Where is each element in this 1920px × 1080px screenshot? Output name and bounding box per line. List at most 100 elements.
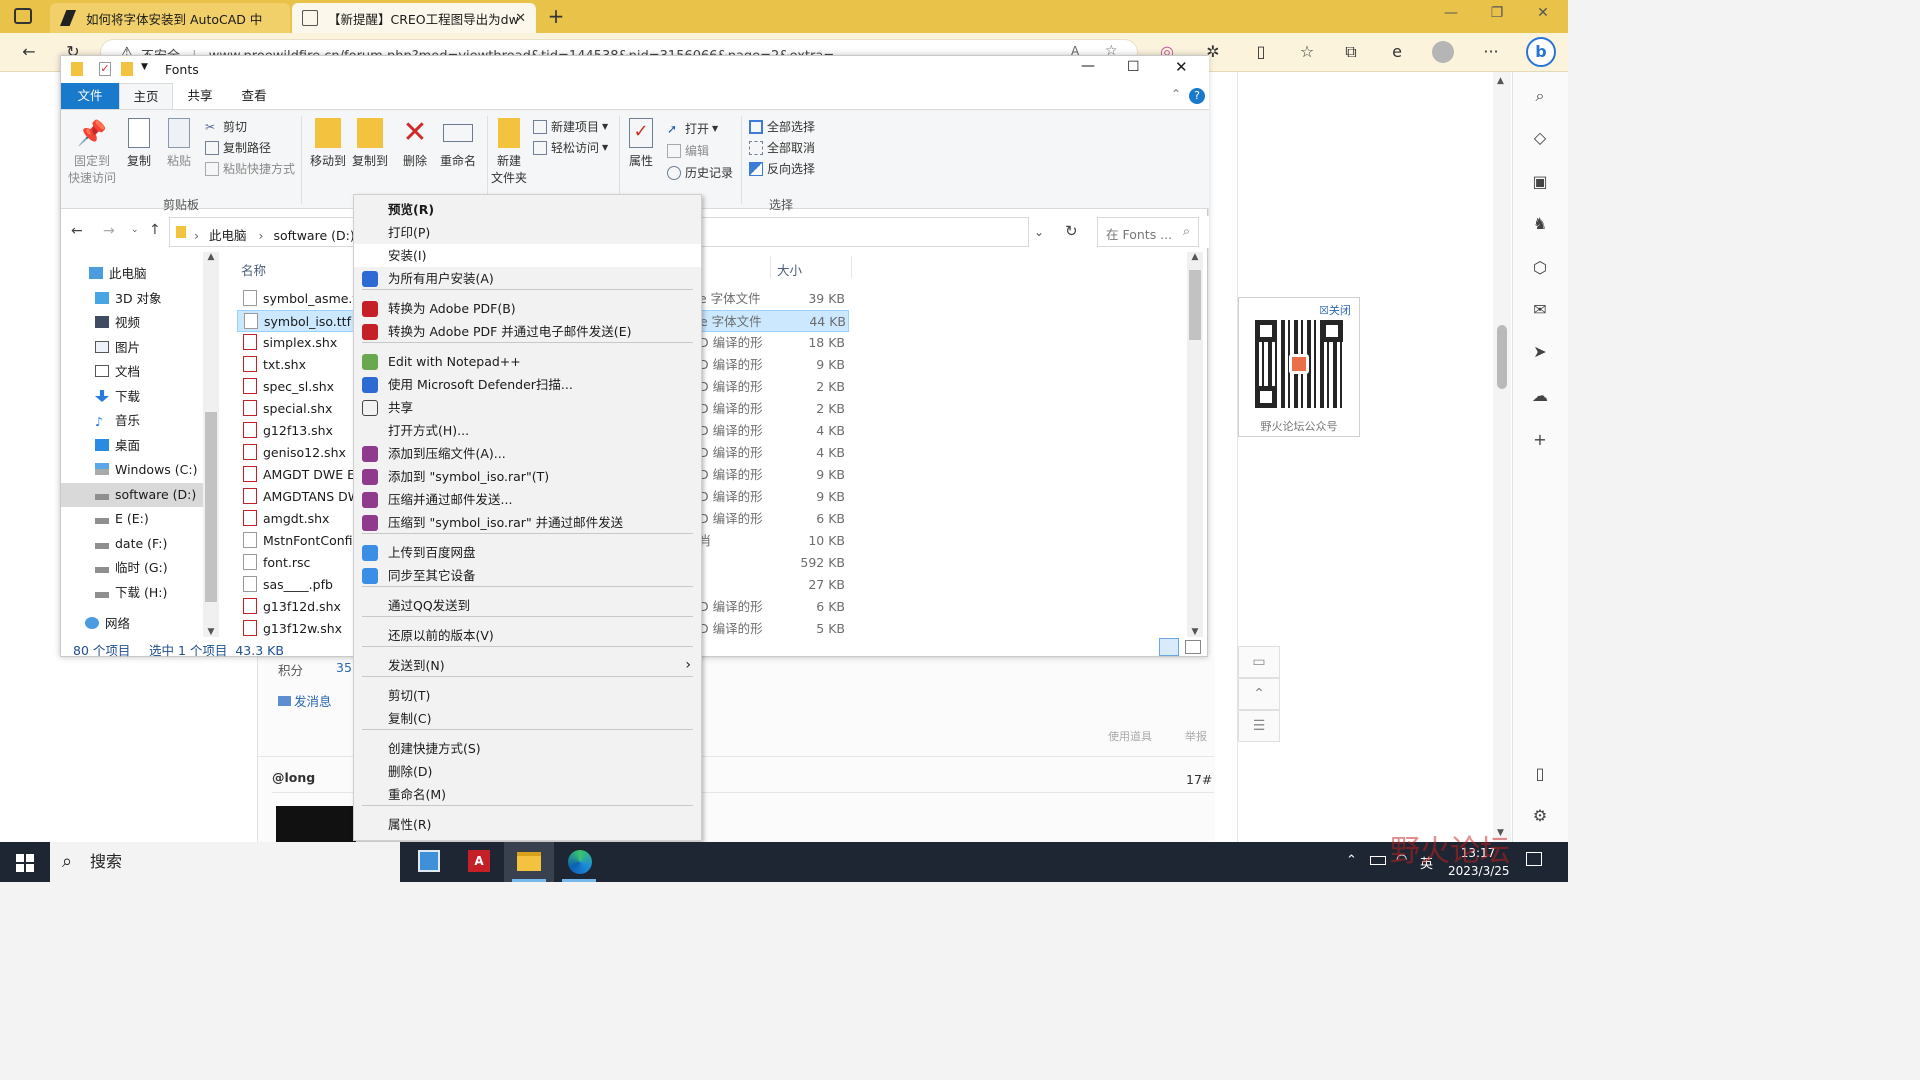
menu-item[interactable]: 添加到压缩文件(A)... [354,442,701,465]
nav-drive-e[interactable]: E (E:) [61,507,203,531]
new-folder-icon[interactable] [121,62,133,76]
points-value[interactable]: 35 [336,660,352,675]
column-header-size[interactable]: 大小 [777,260,802,279]
menu-item[interactable]: 转换为 Adobe PDF(B) [354,297,701,320]
menu-item[interactable]: 压缩并通过邮件发送... [354,488,701,511]
nav-drive-h[interactable]: 下载 (H:) [61,581,203,605]
back-arrow-icon[interactable]: ← [18,41,40,63]
address-dropdown-icon[interactable]: ⌄ [1034,225,1044,239]
new-tab-button[interactable]: + [544,4,568,28]
split-screen-icon[interactable]: ▯ [1250,41,1272,63]
taskbar-app-autocad[interactable]: A [454,842,504,882]
scroll-up-icon[interactable]: ▲ [1187,252,1203,262]
refresh-icon[interactable]: ↻ [1065,222,1078,240]
cloud-icon[interactable]: ☁ [1529,386,1551,408]
nav-desktop[interactable]: 桌面 [61,434,203,458]
help-icon[interactable]: ? [1189,88,1205,104]
nav-documents[interactable]: 文档 [61,360,203,384]
nav-3d-objects[interactable]: 3D 对象 [61,287,203,311]
back-icon[interactable]: ← [71,223,83,239]
tab-actions-icon[interactable] [14,8,32,24]
battery-icon[interactable] [1370,856,1386,865]
close-window-button[interactable]: ✕ [1528,5,1558,27]
nav-music[interactable]: ♪ 音乐 [61,409,203,433]
explorer-minimize-button[interactable]: — [1081,58,1095,74]
taskbar-app-explorer[interactable] [504,842,554,882]
settings-gear-icon[interactable]: ⚙ [1529,806,1551,828]
tab-share[interactable]: 共享 [173,83,227,109]
notification-icon[interactable] [1526,852,1542,866]
menu-item[interactable]: 共享 [354,396,701,419]
profile-avatar-icon[interactable] [1432,41,1454,63]
menu-item[interactable]: 转换为 Adobe PDF 并通过电子邮件发送(E) [354,320,701,343]
tray-chevron-up-icon[interactable]: ⌃ [1346,853,1357,868]
pin-quick-access-button[interactable]: 📌 固定到 快速访问 [67,118,117,186]
browser-tab-creo[interactable]: 【新提醒】CREO工程图导出为dwg ✕ [292,3,536,33]
menu-item[interactable]: 打印(P) [354,221,701,244]
outlook-icon[interactable]: ✉ [1529,300,1551,322]
send-message-link[interactable]: 发消息 [278,691,332,710]
cut-button[interactable]: ✂ 剪切 [205,118,247,135]
collections-icon[interactable]: ⧉ [1340,41,1362,63]
nav-network[interactable]: 网络 [61,612,203,636]
nav-downloads[interactable]: 下载 [61,385,203,409]
shopping-tag-icon[interactable]: ◇ [1529,128,1551,150]
collapse-ribbon-icon[interactable]: ⌃ [1171,87,1181,101]
paste-button[interactable]: 粘贴 [161,118,197,169]
menu-item[interactable]: 通过QQ发送到 [354,594,701,617]
add-icon[interactable]: + [1529,430,1551,452]
avatar[interactable] [276,806,356,842]
menu-item[interactable]: 安装(I) [354,244,701,267]
scroll-down-icon[interactable]: ▼ [1187,627,1203,637]
edit-button[interactable]: 编辑 [667,142,709,159]
qr-close-button[interactable]: ☒关闭 [1319,302,1351,318]
menu-item[interactable]: 发送到(N) › [354,654,701,677]
browser-tab-autocad[interactable]: 如何将字体安装到 AutoCAD 中 [50,3,290,33]
sidebar-toggle-icon[interactable]: ▯ [1529,764,1551,786]
menu-item[interactable]: 上传到百度网盘 [354,541,701,564]
properties-button[interactable]: ✓ 属性 [623,118,659,169]
office-icon[interactable]: ⬡ [1529,258,1551,280]
menu-item[interactable]: 添加到 "symbol_iso.rar"(T) [354,465,701,488]
search-input[interactable]: 在 Fonts ... ⌕ [1097,217,1199,247]
tab-home[interactable]: 主页 [119,83,173,109]
nav-drive-d[interactable]: software (D:) [61,483,203,507]
menu-item[interactable]: 还原以前的版本(V) [354,624,701,647]
copy-path-button[interactable]: 复制路径 [205,139,271,156]
nav-this-pc[interactable]: 此电脑 [61,262,203,286]
new-folder-button[interactable]: 新建 文件夹 [489,118,529,186]
menu-item[interactable]: 复制(C) [354,707,701,730]
page-scroll-thumb[interactable] [1497,325,1507,389]
windows-start-icon[interactable] [16,854,34,872]
move-to-button[interactable]: 移动到 [307,118,349,169]
breadcrumb-drive-d[interactable]: software (D:) [273,228,354,243]
page-scrollbar[interactable] [1493,72,1511,842]
comment-icon[interactable]: ▭ [1238,646,1280,678]
copy-to-button[interactable]: 复制到 [349,118,391,169]
nav-pictures[interactable]: 图片 [61,336,203,360]
search-icon[interactable]: ⌕ [1529,86,1551,108]
nav-scroll-thumb[interactable] [205,412,217,602]
menu-item[interactable]: 同步至其它设备 [354,564,701,587]
easy-access-button[interactable]: 轻松访问 ▼ [533,139,608,156]
nav-drive-f[interactable]: date (F:) [61,532,203,556]
delete-button[interactable]: ✕ 删除 [397,118,433,169]
ie-mode-icon[interactable]: e [1386,41,1408,63]
more-menu-icon[interactable]: ··· [1480,41,1502,63]
minimize-button[interactable]: — [1436,5,1466,27]
large-icons-view-icon[interactable] [1185,640,1201,654]
send-icon[interactable]: ➤ [1529,342,1551,364]
report-link[interactable]: 举报 [1185,728,1207,744]
maximize-button[interactable]: ❐ [1482,5,1512,27]
properties-check-icon[interactable]: ✓ [99,62,111,76]
details-view-icon[interactable] [1159,638,1179,656]
file-list-scroll-thumb[interactable] [1189,270,1201,340]
favorites-icon[interactable]: ☆ [1296,41,1318,63]
invert-selection-button[interactable]: 反向选择 [749,160,815,177]
nav-pane-scrollbar[interactable]: ▲ ▼ [203,252,219,637]
tools-link[interactable]: 使用道具 [1108,728,1152,744]
column-header-name[interactable]: 名称 [241,260,266,279]
scroll-up-icon[interactable]: ▲ [203,252,219,262]
games-icon[interactable]: ♞ [1529,214,1551,236]
menu-item[interactable]: 创建快捷方式(S) [354,737,701,760]
